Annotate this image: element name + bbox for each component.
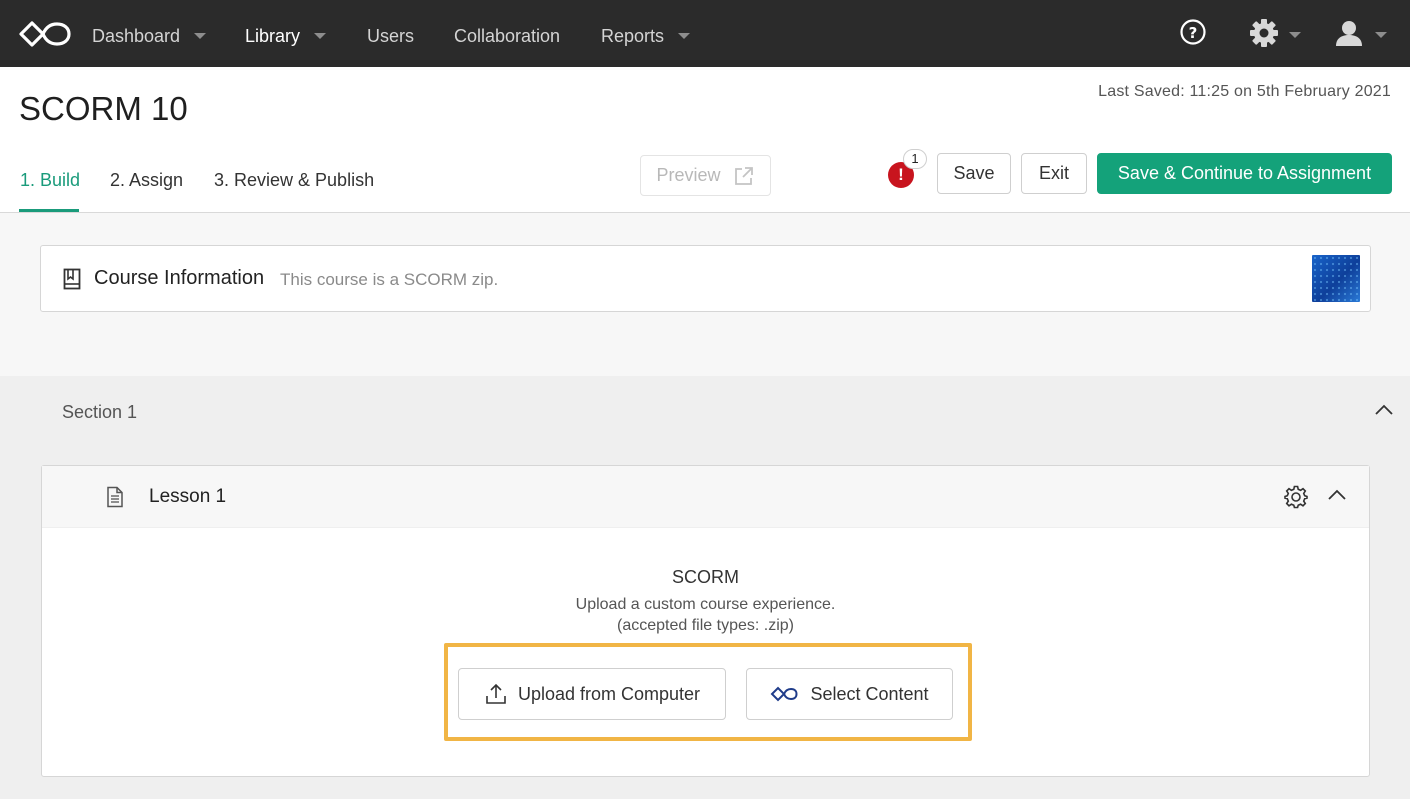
- nav-users[interactable]: Users: [367, 24, 414, 48]
- course-information-title: Course Information: [94, 267, 265, 289]
- course-thumbnail[interactable]: [1312, 255, 1360, 302]
- exit-button[interactable]: Exit: [1021, 153, 1087, 194]
- upload-label: Upload from Computer: [517, 683, 701, 704]
- chevron-down-icon[interactable]: [1289, 32, 1301, 38]
- nav-users-label: Users: [367, 26, 415, 46]
- course-information-description: This course is a SCORM zip.: [280, 270, 499, 289]
- lesson-header[interactable]: Lesson 1: [42, 466, 1369, 528]
- nav-dashboard[interactable]: Dashboard: [92, 24, 207, 48]
- external-link-icon: [734, 166, 753, 185]
- upload-from-computer-button[interactable]: Upload from Computer: [458, 668, 726, 720]
- settings-icon[interactable]: [1284, 485, 1308, 509]
- document-icon: [107, 486, 123, 508]
- logo-icon[interactable]: [18, 19, 72, 49]
- preview-label: Preview: [656, 165, 721, 185]
- alert-count-badge: 1: [903, 149, 927, 169]
- svg-text:?: ?: [1189, 24, 1198, 42]
- accepted-file-types: (accepted file types: .zip): [617, 617, 794, 634]
- tab-build[interactable]: 1. Build: [20, 170, 80, 191]
- help-icon[interactable]: ?: [1179, 17, 1207, 47]
- content-type-title: SCORM: [672, 567, 739, 587]
- logo-icon: [771, 686, 798, 702]
- content-type-description: Upload a custom course experience.: [575, 596, 836, 613]
- top-navbar: Dashboard Library Users Collaboration Re…: [0, 0, 1410, 67]
- active-tab-indicator: [19, 209, 79, 212]
- nav-collaboration-label: Collaboration: [454, 26, 561, 46]
- page-title: SCORM 10: [19, 90, 188, 127]
- nav-library-label: Library: [245, 26, 301, 46]
- book-icon: [63, 268, 81, 290]
- tab-review-publish[interactable]: 3. Review & Publish: [214, 170, 374, 191]
- tab-assign[interactable]: 2. Assign: [110, 170, 183, 191]
- select-content-label: Select Content: [810, 683, 929, 704]
- preview-button[interactable]: Preview: [640, 155, 771, 196]
- save-continue-button[interactable]: Save & Continue to Assignment: [1097, 153, 1392, 194]
- nav-dashboard-label: Dashboard: [92, 26, 181, 46]
- validation-alert[interactable]: ! 1: [886, 149, 928, 189]
- chevron-down-icon: [194, 33, 207, 39]
- gear-icon[interactable]: [1249, 17, 1279, 49]
- chevron-up-icon[interactable]: [1374, 403, 1394, 417]
- nav-reports-label: Reports: [601, 26, 665, 46]
- lesson-card: Lesson 1 SCORM Upload a custom course ex…: [41, 465, 1370, 777]
- chevron-up-icon[interactable]: [1326, 487, 1348, 503]
- chevron-down-icon[interactable]: [1375, 32, 1387, 38]
- course-information-panel[interactable]: Course Information This course is a SCOR…: [40, 245, 1371, 312]
- last-saved-status: Last Saved: 11:25 on 5th February 2021: [1098, 83, 1391, 100]
- chevron-down-icon: [678, 33, 691, 39]
- user-icon[interactable]: [1334, 17, 1364, 49]
- chevron-down-icon: [314, 33, 327, 39]
- save-button[interactable]: Save: [937, 153, 1011, 194]
- nav-library[interactable]: Library: [245, 24, 327, 48]
- upload-icon: [486, 683, 506, 704]
- section-title: Section 1: [62, 402, 138, 422]
- lesson-title: Lesson 1: [149, 486, 227, 507]
- select-content-button[interactable]: Select Content: [746, 668, 953, 720]
- nav-reports[interactable]: Reports: [601, 24, 691, 48]
- nav-collaboration[interactable]: Collaboration: [454, 24, 560, 48]
- course-header: SCORM 10 Last Saved: 11:25 on 5th Februa…: [0, 67, 1410, 213]
